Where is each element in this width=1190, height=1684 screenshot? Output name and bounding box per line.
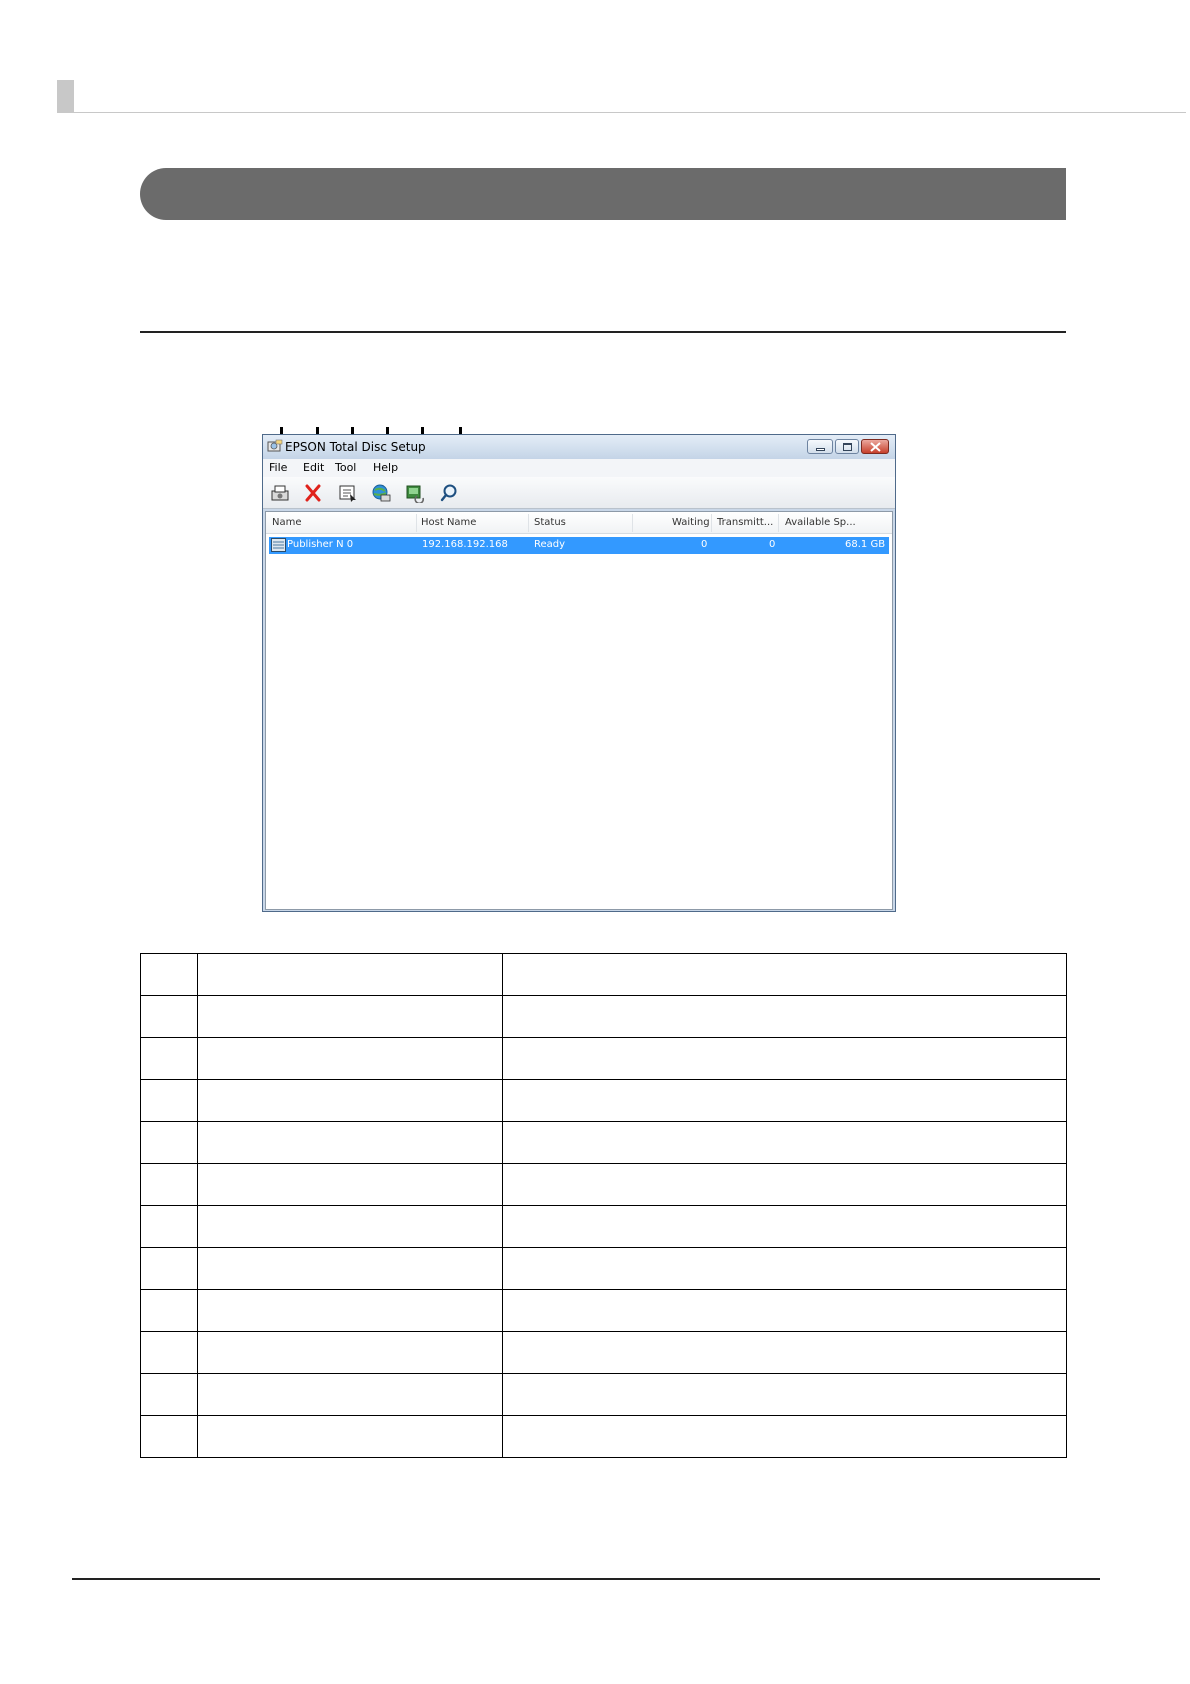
- publisher-icon: [271, 538, 286, 552]
- app-window: EPSON Total Disc Setup File Edit Tool He…: [262, 434, 896, 912]
- column-transmitting[interactable]: Transmitt...: [717, 517, 773, 528]
- printer-add-icon[interactable]: [270, 483, 290, 503]
- list-item[interactable]: Publisher N 0 192.168.192.168 Ready 0 0 …: [269, 537, 889, 554]
- table-row: [140, 1037, 1067, 1080]
- column-available-space[interactable]: Available Sp...: [785, 517, 856, 528]
- description-table: [140, 953, 1067, 1458]
- close-button[interactable]: [861, 439, 889, 454]
- table-cell: [502, 995, 1067, 1038]
- table-row: [140, 1289, 1067, 1332]
- table-row: [140, 1331, 1067, 1374]
- footer-rule: [72, 1578, 1100, 1580]
- table-cell: [197, 1121, 503, 1164]
- table-row: [140, 1163, 1067, 1206]
- search-icon[interactable]: [439, 483, 459, 503]
- header-marker: [57, 80, 74, 113]
- column-host-name[interactable]: Host Name: [421, 517, 476, 528]
- cell-available: 68.1 GB: [845, 539, 886, 550]
- table-cell: [197, 1289, 503, 1332]
- minimize-button[interactable]: [807, 439, 833, 454]
- table-cell: [197, 1079, 503, 1122]
- table-cell: [140, 1163, 198, 1206]
- table-cell: [197, 1373, 503, 1416]
- table-cell: [502, 1415, 1067, 1458]
- cell-status: Ready: [534, 539, 566, 550]
- subsection-rule: [140, 331, 1066, 333]
- window-title: EPSON Total Disc Setup: [285, 440, 426, 454]
- table-row: [140, 1121, 1067, 1164]
- table-cell: [502, 1121, 1067, 1164]
- table-cell: [197, 953, 503, 996]
- header-line: [74, 112, 1186, 113]
- title-bar: EPSON Total Disc Setup: [263, 435, 895, 459]
- column-waiting[interactable]: Waiting: [672, 517, 710, 528]
- cell-host: 192.168.192.168: [422, 539, 508, 550]
- maximize-button[interactable]: [835, 439, 859, 454]
- table-row: [140, 1247, 1067, 1290]
- column-name[interactable]: Name: [272, 517, 302, 528]
- table-cell: [140, 1121, 198, 1164]
- table-cell: [140, 1289, 198, 1332]
- table-cell: [197, 1415, 503, 1458]
- table-cell: [140, 1037, 198, 1080]
- table-cell: [197, 1037, 503, 1080]
- table-cell: [197, 1331, 503, 1374]
- table-cell: [140, 1247, 198, 1290]
- table-cell: [197, 1205, 503, 1248]
- table-cell: [502, 1331, 1067, 1374]
- toolbar: [263, 477, 895, 509]
- table-cell: [140, 1373, 198, 1416]
- table-cell: [140, 1205, 198, 1248]
- table-row: [140, 1079, 1067, 1122]
- network-printer-icon[interactable]: [371, 483, 391, 503]
- table-cell: [140, 1415, 198, 1458]
- close-icon: [870, 442, 881, 452]
- table-cell: [197, 1247, 503, 1290]
- table-cell: [140, 1331, 198, 1374]
- list-header: Name Host Name Status Waiting Transmitt.…: [266, 512, 892, 534]
- table-cell: [140, 953, 198, 996]
- delete-icon[interactable]: [303, 483, 323, 503]
- table-cell: [502, 1247, 1067, 1290]
- menu-bar: File Edit Tool Help: [263, 459, 895, 477]
- update-icon[interactable]: [405, 483, 425, 503]
- table-cell: [502, 1205, 1067, 1248]
- table-row: [140, 953, 1067, 996]
- table-cell: [502, 953, 1067, 996]
- menu-tool[interactable]: Tool: [335, 461, 356, 474]
- menu-edit[interactable]: Edit: [303, 461, 324, 474]
- table-cell: [140, 1079, 198, 1122]
- table-row: [140, 995, 1067, 1038]
- table-cell: [502, 1373, 1067, 1416]
- cell-name: Publisher N 0: [287, 539, 354, 550]
- cell-waiting: 0: [701, 539, 708, 550]
- section-title-bar: [140, 168, 1066, 220]
- table-cell: [502, 1037, 1067, 1080]
- table-row: [140, 1373, 1067, 1416]
- menu-file[interactable]: File: [269, 461, 287, 474]
- table-cell: [197, 1163, 503, 1206]
- app-icon: [267, 439, 283, 452]
- publisher-list: Name Host Name Status Waiting Transmitt.…: [265, 511, 893, 910]
- table-cell: [197, 995, 503, 1038]
- table-cell: [140, 995, 198, 1038]
- properties-icon[interactable]: [338, 483, 358, 503]
- menu-help[interactable]: Help: [373, 461, 398, 474]
- table-cell: [502, 1289, 1067, 1332]
- column-status[interactable]: Status: [534, 517, 566, 528]
- cell-transmitting: 0: [769, 539, 776, 550]
- table-row: [140, 1415, 1067, 1458]
- table-cell: [502, 1163, 1067, 1206]
- table-row: [140, 1205, 1067, 1248]
- table-cell: [502, 1079, 1067, 1122]
